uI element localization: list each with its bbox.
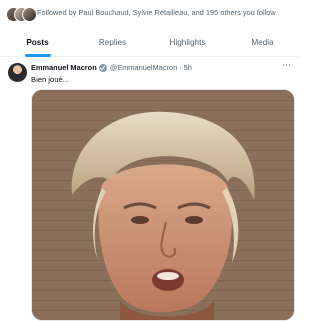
followed-by-text[interactable]: Followed by Paul Bouchaud, Sylvie Retail…: [37, 8, 276, 17]
post-text: Bien joué...: [31, 75, 69, 84]
tab-label: Replies: [98, 37, 127, 47]
followed-by-row[interactable]: Followed by Paul Bouchaud, Sylvie Retail…: [0, 0, 300, 28]
author-avatar[interactable]: [8, 63, 27, 82]
tab-media[interactable]: Media: [225, 28, 300, 56]
avatar: [22, 7, 37, 22]
tab-highlights[interactable]: Highlights: [150, 28, 225, 56]
tab-label: Posts: [26, 37, 49, 47]
post-header: Emmanuel Macron @EmmanuelMacron · 5h: [31, 63, 192, 72]
tab-replies[interactable]: Replies: [75, 28, 150, 56]
post-time[interactable]: 5h: [184, 63, 192, 72]
author-name[interactable]: Emmanuel Macron: [31, 63, 97, 72]
follower-avatars: [6, 7, 37, 22]
verified-badge-icon: [98, 63, 107, 72]
tab-label: Highlights: [169, 37, 206, 47]
media-illustration: [32, 90, 294, 320]
post[interactable]: Emmanuel Macron @EmmanuelMacron · 5h ⋯ B…: [0, 57, 300, 321]
more-horizontal-icon[interactable]: ⋯: [282, 60, 292, 71]
post-media-image[interactable]: [31, 89, 295, 321]
profile-tabs: Posts Replies Highlights Media: [0, 28, 300, 57]
separator-dot: ·: [179, 63, 182, 72]
tab-label: Media: [251, 37, 274, 47]
author-handle[interactable]: @EmmanuelMacron: [110, 63, 177, 72]
tab-posts[interactable]: Posts: [0, 28, 75, 57]
